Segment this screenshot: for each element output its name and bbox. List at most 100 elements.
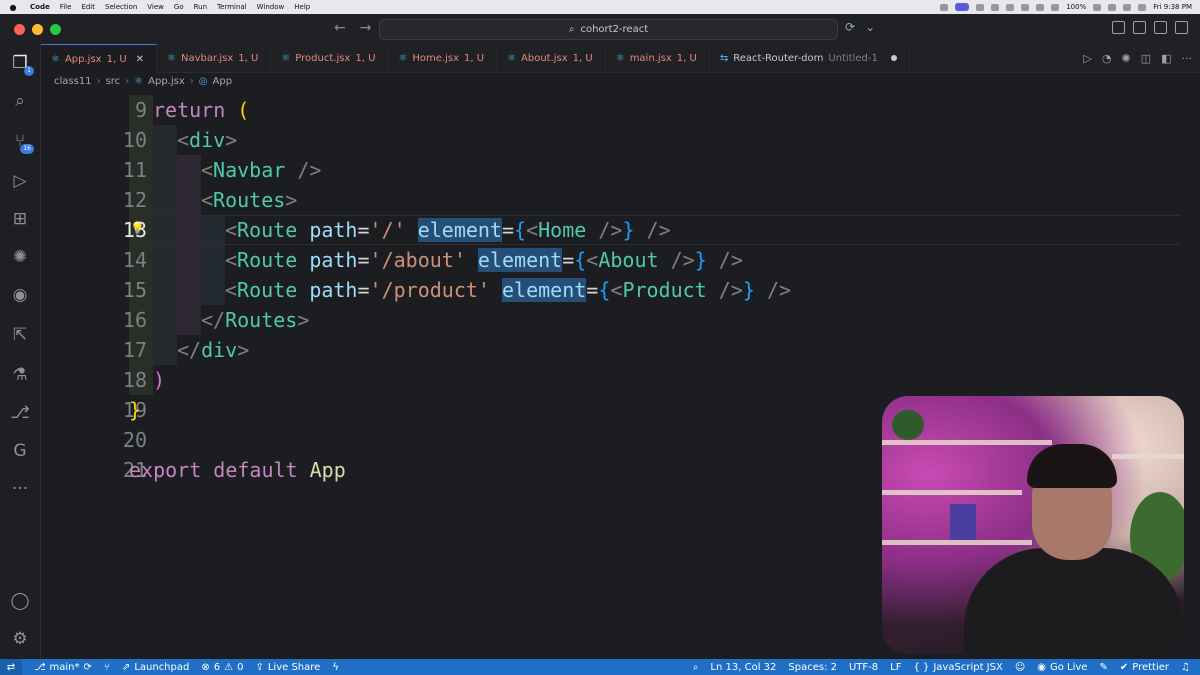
menu-item-selection[interactable]: Selection xyxy=(105,3,137,11)
customize-layout-icon[interactable] xyxy=(1175,21,1188,34)
menu-item-terminal[interactable]: Terminal xyxy=(217,3,247,11)
minimize-window-button[interactable] xyxy=(32,24,43,35)
copilot-status[interactable]: ☺ xyxy=(1015,662,1025,673)
end-of-line[interactable]: LF xyxy=(890,662,901,673)
toggle-panel-icon[interactable] xyxy=(1133,21,1146,34)
tab-product-jsx[interactable]: ⚛ Product.jsx 1, U xyxy=(271,44,389,72)
copilot-menu[interactable]: ⟳ ⌄ xyxy=(845,20,875,34)
split-editor-icon[interactable]: ◧ xyxy=(1161,52,1171,65)
search-icon[interactable]: ⌕ xyxy=(9,90,31,112)
line-number: 20 xyxy=(122,428,147,452)
copilot-icon[interactable]: ⟳ xyxy=(845,20,855,34)
chatgpt-icon[interactable]: ✺ xyxy=(1121,52,1130,65)
source-control-icon[interactable]: ⑂ 16 xyxy=(9,130,34,154)
broadcast-icon: ◉ xyxy=(1037,661,1046,673)
forward-arrow-icon[interactable]: → xyxy=(360,20,372,36)
status-bar-right: ⌕ Ln 13, Col 32 Spaces: 2 UTF-8 LF { } Ja… xyxy=(681,662,1200,673)
run-icon[interactable]: ▷ xyxy=(1083,52,1091,65)
github-icon[interactable]: ◉ xyxy=(9,284,31,306)
breadcrumb-src[interactable]: src xyxy=(106,76,121,87)
menu-item-edit[interactable]: Edit xyxy=(81,3,95,11)
status-icon[interactable] xyxy=(1051,3,1060,11)
remote-indicator-icon[interactable]: ⇄ xyxy=(0,659,22,675)
status-icon[interactable] xyxy=(940,3,949,11)
presenter-hair xyxy=(1027,444,1117,488)
zoom-window-button[interactable] xyxy=(50,24,61,35)
apple-icon[interactable]: ● xyxy=(6,3,20,12)
react-icon: ⚛ xyxy=(398,52,408,64)
battery-icon[interactable] xyxy=(1093,3,1102,11)
toggle-secondary-sidebar-icon[interactable] xyxy=(1154,21,1167,34)
symbol-icon: ◎ xyxy=(198,75,208,87)
status-icon[interactable] xyxy=(1036,3,1045,11)
explorer-icon[interactable]: ❐ 1 xyxy=(9,52,34,76)
gitlens-icon[interactable]: G xyxy=(9,440,31,462)
chevron-down-icon[interactable]: ⌄ xyxy=(865,20,875,34)
tab-about-jsx[interactable]: ⚛ About.jsx 1, U xyxy=(497,44,606,72)
menu-item-run[interactable]: Run xyxy=(194,3,207,11)
more-actions-icon[interactable]: ··· xyxy=(1182,52,1193,65)
tab-navbar-jsx[interactable]: ⚛ Navbar.jsx 1, U xyxy=(157,44,272,72)
status-icon[interactable] xyxy=(976,3,985,11)
shelf xyxy=(882,540,1032,545)
close-window-button[interactable] xyxy=(14,24,25,35)
branch-indicator[interactable]: ⎇ main* ⟳ xyxy=(34,662,92,673)
status-icon[interactable] xyxy=(1006,3,1015,11)
menu-item-code[interactable]: Code xyxy=(30,3,50,11)
cursor-position[interactable]: Ln 13, Col 32 xyxy=(710,662,776,673)
language-mode[interactable]: { } JavaScript JSX xyxy=(913,662,1002,673)
menu-item-go[interactable]: Go xyxy=(174,3,184,11)
unsaved-dot-icon[interactable] xyxy=(890,55,897,61)
toggle-primary-sidebar-icon[interactable] xyxy=(1112,21,1125,34)
run-debug-icon[interactable]: ▷ xyxy=(9,170,31,192)
account-icon[interactable]: ◯ xyxy=(9,590,31,612)
menu-item-file[interactable]: File xyxy=(60,3,72,11)
prettier-status[interactable]: ✔ Prettier xyxy=(1120,662,1169,673)
go-live-button[interactable]: ◉ Go Live xyxy=(1037,662,1087,673)
problems-status[interactable]: ⊗ 6 ⚠ 0 xyxy=(201,662,243,673)
tab-app-jsx[interactable]: ⚛ App.jsx 1, U ✕ xyxy=(41,44,158,73)
screen-record-icon[interactable] xyxy=(955,3,970,11)
back-arrow-icon[interactable]: ← xyxy=(334,20,346,36)
indentation[interactable]: Spaces: 2 xyxy=(788,662,837,673)
breadcrumb-file[interactable]: App.jsx xyxy=(148,76,185,87)
command-center-search[interactable]: ⌕ cohort2-react xyxy=(379,19,838,40)
breadcrumb-folder[interactable]: class11 xyxy=(54,76,92,87)
tab-home-jsx[interactable]: ⚛ Home.jsx 1, U xyxy=(388,44,498,72)
remote-explorer-icon[interactable]: ⇱ xyxy=(9,324,31,346)
react-icon: ⚛ xyxy=(51,53,60,65)
status-icon[interactable] xyxy=(1021,3,1030,11)
timeline-icon[interactable]: ◔ xyxy=(1102,52,1112,65)
git-graph-icon[interactable]: ⎇ xyxy=(9,402,31,424)
live-share-status[interactable]: ⇪ Live Share xyxy=(255,662,320,673)
code-line: 15 <Route path='/product' element={<Prod… xyxy=(41,275,1181,305)
close-icon[interactable]: ✕ xyxy=(136,54,144,65)
feedback-status[interactable]: ✎ xyxy=(1099,662,1107,673)
encoding[interactable]: UTF-8 xyxy=(849,662,878,673)
git-graph-status[interactable]: ⑂ xyxy=(104,662,110,673)
more-icon[interactable]: ··· xyxy=(9,478,31,500)
search-icon[interactable] xyxy=(1123,3,1132,11)
testing-icon[interactable]: ⚗ xyxy=(9,364,31,386)
tab-untitled[interactable]: ⇆ React-Router-dom Untitled-1 xyxy=(710,44,910,72)
menu-item-view[interactable]: View xyxy=(147,3,164,11)
extensions-icon[interactable]: ⊞ xyxy=(9,208,31,230)
bell-icon: ♫ xyxy=(1181,661,1190,673)
tab-main-jsx[interactable]: ⚛ main.jsx 1, U xyxy=(606,44,710,72)
chatgpt-icon[interactable]: ✺ xyxy=(9,246,31,268)
notifications-status[interactable]: ♫ xyxy=(1181,662,1190,673)
status-icon[interactable] xyxy=(991,3,1000,11)
breadcrumb-symbol[interactable]: App xyxy=(213,76,233,87)
zoom-status[interactable]: ⌕ xyxy=(693,662,699,673)
control-center-icon[interactable] xyxy=(1138,3,1147,11)
menu-bar-clock[interactable]: Fri 9:38 PM xyxy=(1153,3,1192,11)
settings-gear-icon[interactable]: ⚙ xyxy=(9,628,31,650)
lightning-status[interactable]: ϟ xyxy=(332,662,339,673)
menu-item-window[interactable]: Window xyxy=(257,3,285,11)
tab-meta: 1, U xyxy=(355,52,376,64)
code-text: ) xyxy=(153,368,166,392)
launchpad-status[interactable]: ⇗ Launchpad xyxy=(122,662,189,673)
menu-item-help[interactable]: Help xyxy=(294,3,310,11)
wifi-icon[interactable] xyxy=(1108,3,1117,11)
compare-icon[interactable]: ◫ xyxy=(1141,52,1151,65)
